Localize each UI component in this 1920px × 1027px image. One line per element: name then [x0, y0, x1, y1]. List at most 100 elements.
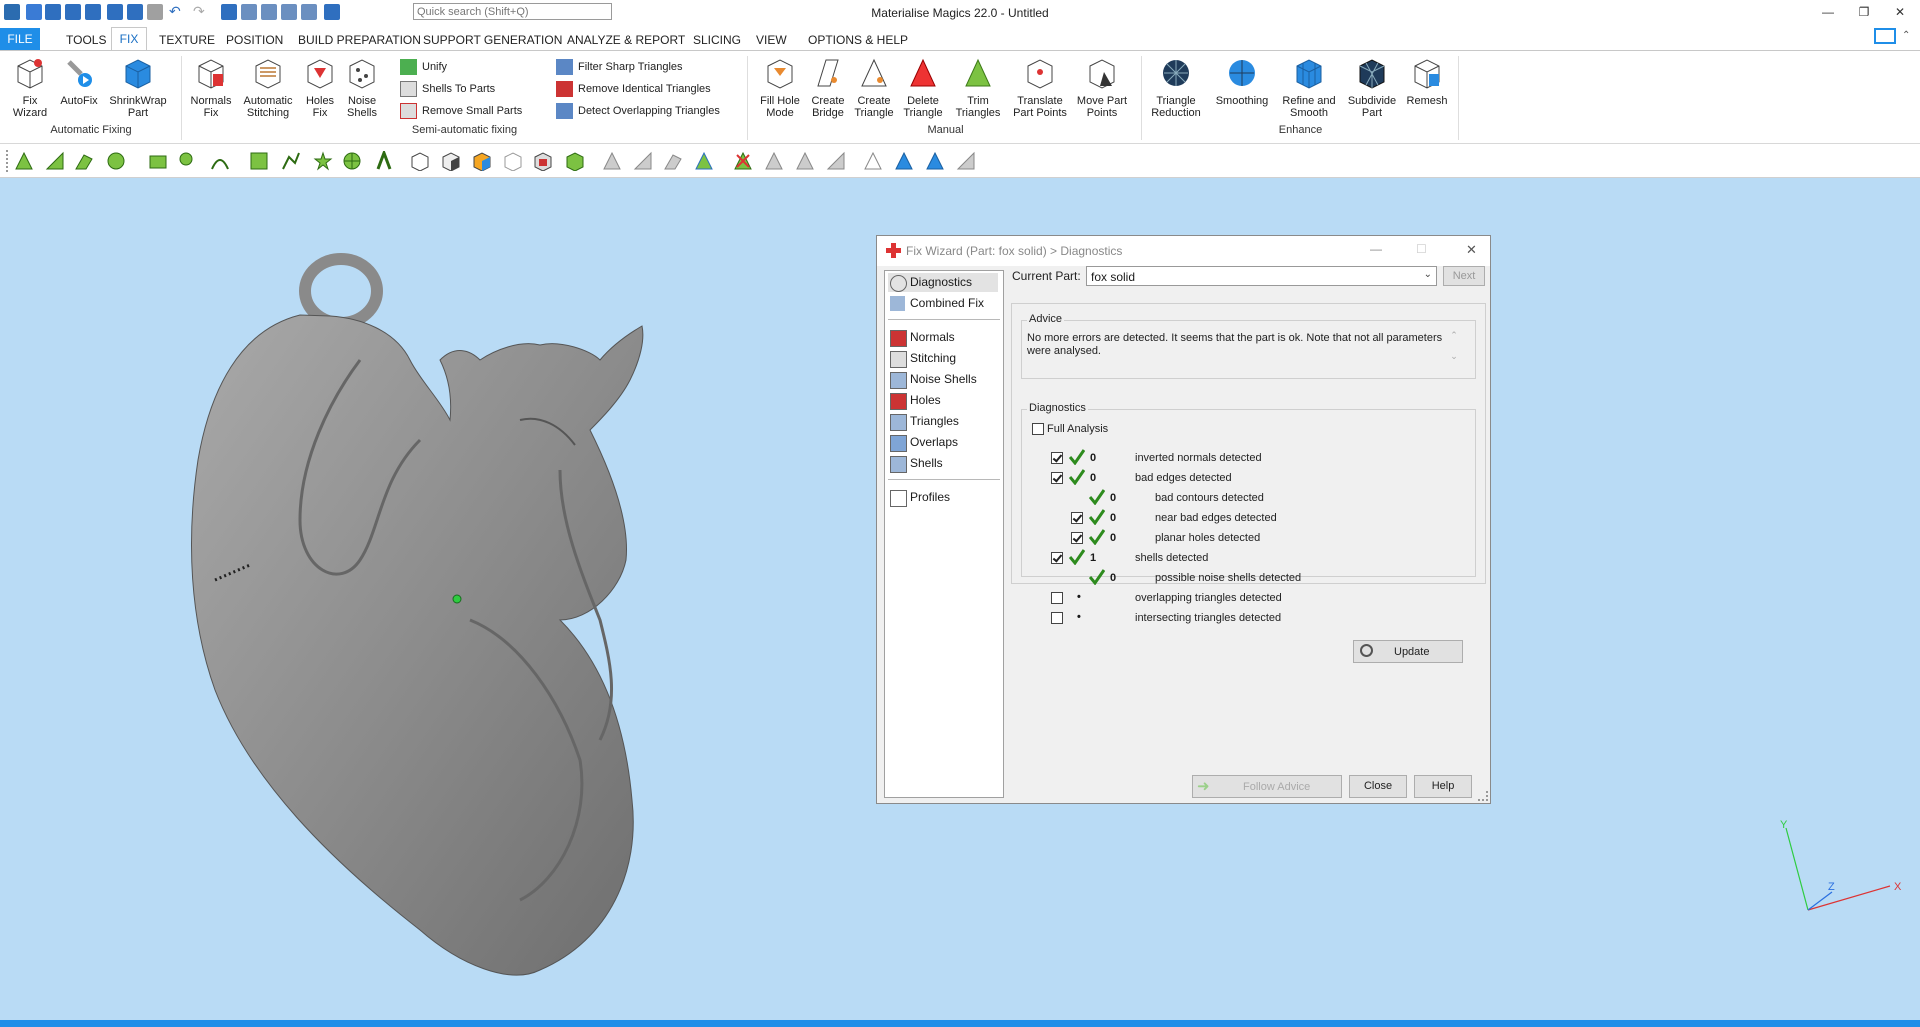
- nav-profiles[interactable]: Profiles: [888, 488, 998, 507]
- autofix-button[interactable]: AutoFix: [56, 56, 102, 107]
- help-button[interactable]: Help: [1414, 775, 1472, 798]
- menu-view[interactable]: VIEW: [756, 33, 787, 47]
- cube-color-icon[interactable]: [472, 151, 492, 171]
- triangle-reduction-button[interactable]: Triangle Reduction: [1146, 56, 1206, 119]
- nav-triangles[interactable]: Triangles: [888, 412, 998, 431]
- nav-overlaps[interactable]: Overlaps: [888, 433, 998, 452]
- trim-triangles-button[interactable]: Trim Triangles: [950, 56, 1006, 119]
- sphere-select-icon[interactable]: [106, 151, 126, 171]
- menu-analyze-report[interactable]: ANALYZE & REPORT: [567, 33, 685, 47]
- diag-checkbox-shells[interactable]: [1051, 552, 1063, 564]
- subdivide-part-button[interactable]: Subdivide Part: [1344, 56, 1400, 119]
- diag-checkbox-planar-holes[interactable]: [1071, 532, 1083, 544]
- delete-triangle-button[interactable]: Delete Triangle: [900, 56, 946, 119]
- cube-green-icon[interactable]: [565, 151, 585, 171]
- close-button[interactable]: Close: [1349, 775, 1407, 798]
- mark-overlapping-icon[interactable]: [894, 151, 914, 171]
- nav-normals[interactable]: Normals: [888, 328, 998, 347]
- menu-tools[interactable]: TOOLS: [66, 33, 106, 47]
- dialog-title-bar[interactable]: Fix Wizard (Part: fox solid) > Diagnosti…: [877, 236, 1490, 266]
- cube-outline-icon[interactable]: [503, 151, 523, 171]
- box-select-icon[interactable]: [249, 151, 269, 171]
- create-triangle-button[interactable]: Create Triangle: [852, 56, 896, 119]
- shrink-marking-icon[interactable]: [795, 151, 815, 171]
- nav-holes[interactable]: Holes: [888, 391, 998, 410]
- close-window-icon[interactable]: ✕: [1888, 3, 1912, 21]
- create-bridge-button[interactable]: Create Bridge: [808, 56, 848, 119]
- mark-intersecting-icon[interactable]: [925, 151, 945, 171]
- menu-fix[interactable]: FIX: [111, 27, 147, 50]
- triangle-select-icon[interactable]: [14, 151, 34, 171]
- refine-and-smooth-button[interactable]: Refine and Smooth: [1278, 56, 1340, 119]
- minimize-icon[interactable]: —: [1816, 3, 1840, 21]
- mark-plane-icon[interactable]: [633, 151, 653, 171]
- wheel-select-icon[interactable]: [342, 151, 362, 171]
- nav-shells[interactable]: Shells: [888, 454, 998, 473]
- unmark-all-icon[interactable]: [863, 151, 883, 171]
- curve-select-icon[interactable]: [210, 151, 230, 171]
- unify-button[interactable]: Unify: [400, 58, 447, 76]
- remove-identical-triangles-button[interactable]: Remove Identical Triangles: [556, 80, 711, 98]
- next-button[interactable]: Next: [1443, 266, 1485, 286]
- follow-advice-button[interactable]: ➜ Follow Advice: [1192, 775, 1342, 798]
- shells-to-parts-button[interactable]: Shells To Parts: [400, 80, 495, 98]
- smoothing-button[interactable]: Smoothing: [1210, 56, 1274, 107]
- cube-red-icon[interactable]: [533, 151, 553, 171]
- current-part-select[interactable]: fox solid ⌄: [1086, 266, 1437, 286]
- cube-view-icon[interactable]: [410, 151, 430, 171]
- lasso-select-icon[interactable]: [178, 151, 198, 171]
- shrinkwrap-part-button[interactable]: ShrinkWrap Part: [104, 56, 172, 119]
- nav-combined-fix[interactable]: Combined Fix: [888, 294, 998, 313]
- resize-grip[interactable]: [1478, 791, 1488, 801]
- diag-checkbox-intersecting[interactable]: [1051, 612, 1063, 624]
- menu-slicing[interactable]: SLICING: [693, 33, 741, 47]
- remesh-button[interactable]: Remesh: [1404, 56, 1450, 107]
- noise-shells-button[interactable]: Noise Shells: [342, 56, 382, 119]
- holes-fix-button[interactable]: Holes Fix: [300, 56, 340, 119]
- surface-select-icon[interactable]: [45, 151, 65, 171]
- unmark-icon[interactable]: [733, 151, 753, 171]
- detect-overlapping-triangles-button[interactable]: Detect Overlapping Triangles: [556, 102, 720, 120]
- translate-part-points-button[interactable]: Translate Part Points: [1010, 56, 1070, 119]
- expand-marking-icon[interactable]: [764, 151, 784, 171]
- automatic-stitching-button[interactable]: Automatic Stitching: [240, 56, 296, 119]
- menu-texture[interactable]: TEXTURE: [159, 33, 215, 47]
- plane-select-icon[interactable]: [148, 151, 168, 171]
- diag-checkbox-near-bad-edges[interactable]: [1071, 512, 1083, 524]
- band-select-icon[interactable]: [374, 151, 394, 171]
- normals-fix-button[interactable]: Normals Fix: [186, 56, 236, 119]
- layout-icon[interactable]: [1874, 28, 1896, 44]
- mark-surface-icon[interactable]: [694, 151, 714, 171]
- menu-support-generation[interactable]: SUPPORT GENERATION: [423, 33, 562, 47]
- dialog-minimize-icon[interactable]: —: [1370, 242, 1382, 256]
- nav-diagnostics[interactable]: Diagnostics: [888, 273, 998, 292]
- mark-shell-icon[interactable]: [663, 151, 683, 171]
- mark-bad-edges-icon[interactable]: [956, 151, 976, 171]
- restore-icon[interactable]: ❐: [1852, 3, 1876, 21]
- collapse-ribbon-icon[interactable]: ⌃: [1902, 30, 1910, 41]
- advice-scrollbar[interactable]: ⌃ ⌄: [1447, 330, 1461, 374]
- full-analysis-checkbox[interactable]: [1032, 423, 1044, 435]
- filter-sharp-triangles-button[interactable]: Filter Sharp Triangles: [556, 58, 683, 76]
- diag-checkbox-bad-edges[interactable]: [1051, 472, 1063, 484]
- nav-stitching[interactable]: Stitching: [888, 349, 998, 368]
- mark-triangle-icon[interactable]: [602, 151, 622, 171]
- move-part-points-button[interactable]: Move Part Points: [1074, 56, 1130, 119]
- star-select-icon[interactable]: [313, 151, 333, 171]
- nav-noise-shells[interactable]: Noise Shells: [888, 370, 998, 389]
- menu-file[interactable]: FILE: [0, 28, 40, 50]
- menu-build-preparation[interactable]: BUILD PREPARATION: [298, 33, 421, 47]
- polyline-select-icon[interactable]: [281, 151, 301, 171]
- diag-checkbox-overlapping[interactable]: [1051, 592, 1063, 604]
- fill-hole-mode-button[interactable]: Fill Hole Mode: [754, 56, 806, 119]
- shell-select-icon[interactable]: [74, 151, 94, 171]
- dialog-maximize-icon[interactable]: ☐: [1416, 242, 1427, 256]
- menu-position[interactable]: POSITION: [226, 33, 283, 47]
- dialog-close-icon[interactable]: ✕: [1466, 242, 1477, 258]
- remove-small-parts-button[interactable]: Remove Small Parts: [400, 102, 522, 120]
- diag-checkbox-inverted-normals[interactable]: [1051, 452, 1063, 464]
- fix-wizard-button[interactable]: Fix Wizard: [6, 56, 54, 119]
- menu-options-help[interactable]: OPTIONS & HELP: [808, 33, 908, 47]
- update-button[interactable]: Update: [1353, 640, 1463, 663]
- cube-shaded-icon[interactable]: [441, 151, 461, 171]
